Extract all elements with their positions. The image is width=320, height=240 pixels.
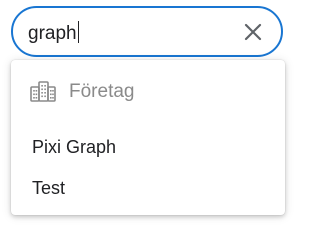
group-header-company: Företag (11, 76, 285, 106)
search-input[interactable]: graph (28, 21, 80, 45)
suggestion-option[interactable]: Pixi Graph (11, 127, 285, 167)
building-icon (30, 81, 56, 102)
suggestions-dropdown: Företag Pixi Graph Test (11, 60, 285, 215)
close-icon (244, 23, 262, 41)
autocomplete-widget: graph Företag Pixi Graph Test (0, 0, 295, 220)
search-input-text: graph (28, 23, 77, 44)
suggestion-option-label: Test (32, 178, 66, 198)
group-label: Företag (69, 81, 135, 102)
suggestion-option[interactable]: Test (11, 168, 285, 208)
suggestion-option-label: Pixi Graph (32, 137, 117, 157)
search-field[interactable]: graph (11, 6, 283, 57)
clear-button[interactable] (239, 18, 267, 46)
text-caret (77, 21, 80, 43)
